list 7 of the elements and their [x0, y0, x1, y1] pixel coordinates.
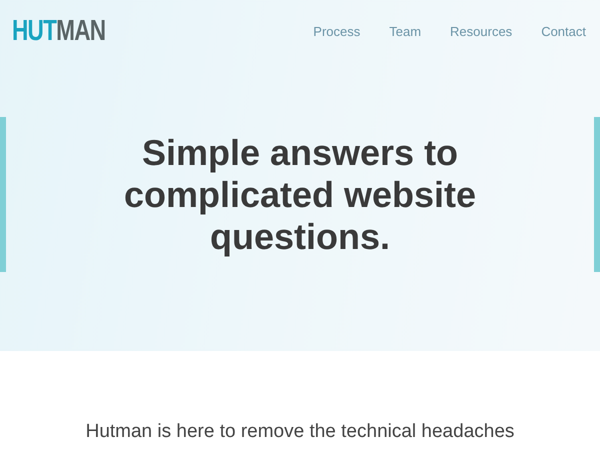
nav-link[interactable]: Process — [313, 24, 360, 38]
hero-heading: Simple answers to complicated website questions. — [122, 132, 478, 258]
nav-link[interactable]: Resources — [450, 24, 512, 38]
nav-link[interactable]: Contact — [541, 24, 586, 38]
logo[interactable]: HUTMAN — [12, 16, 106, 46]
nav-link[interactable]: Team — [389, 24, 422, 38]
intro-text: Hutman is here to remove the technical headaches — [86, 421, 514, 443]
